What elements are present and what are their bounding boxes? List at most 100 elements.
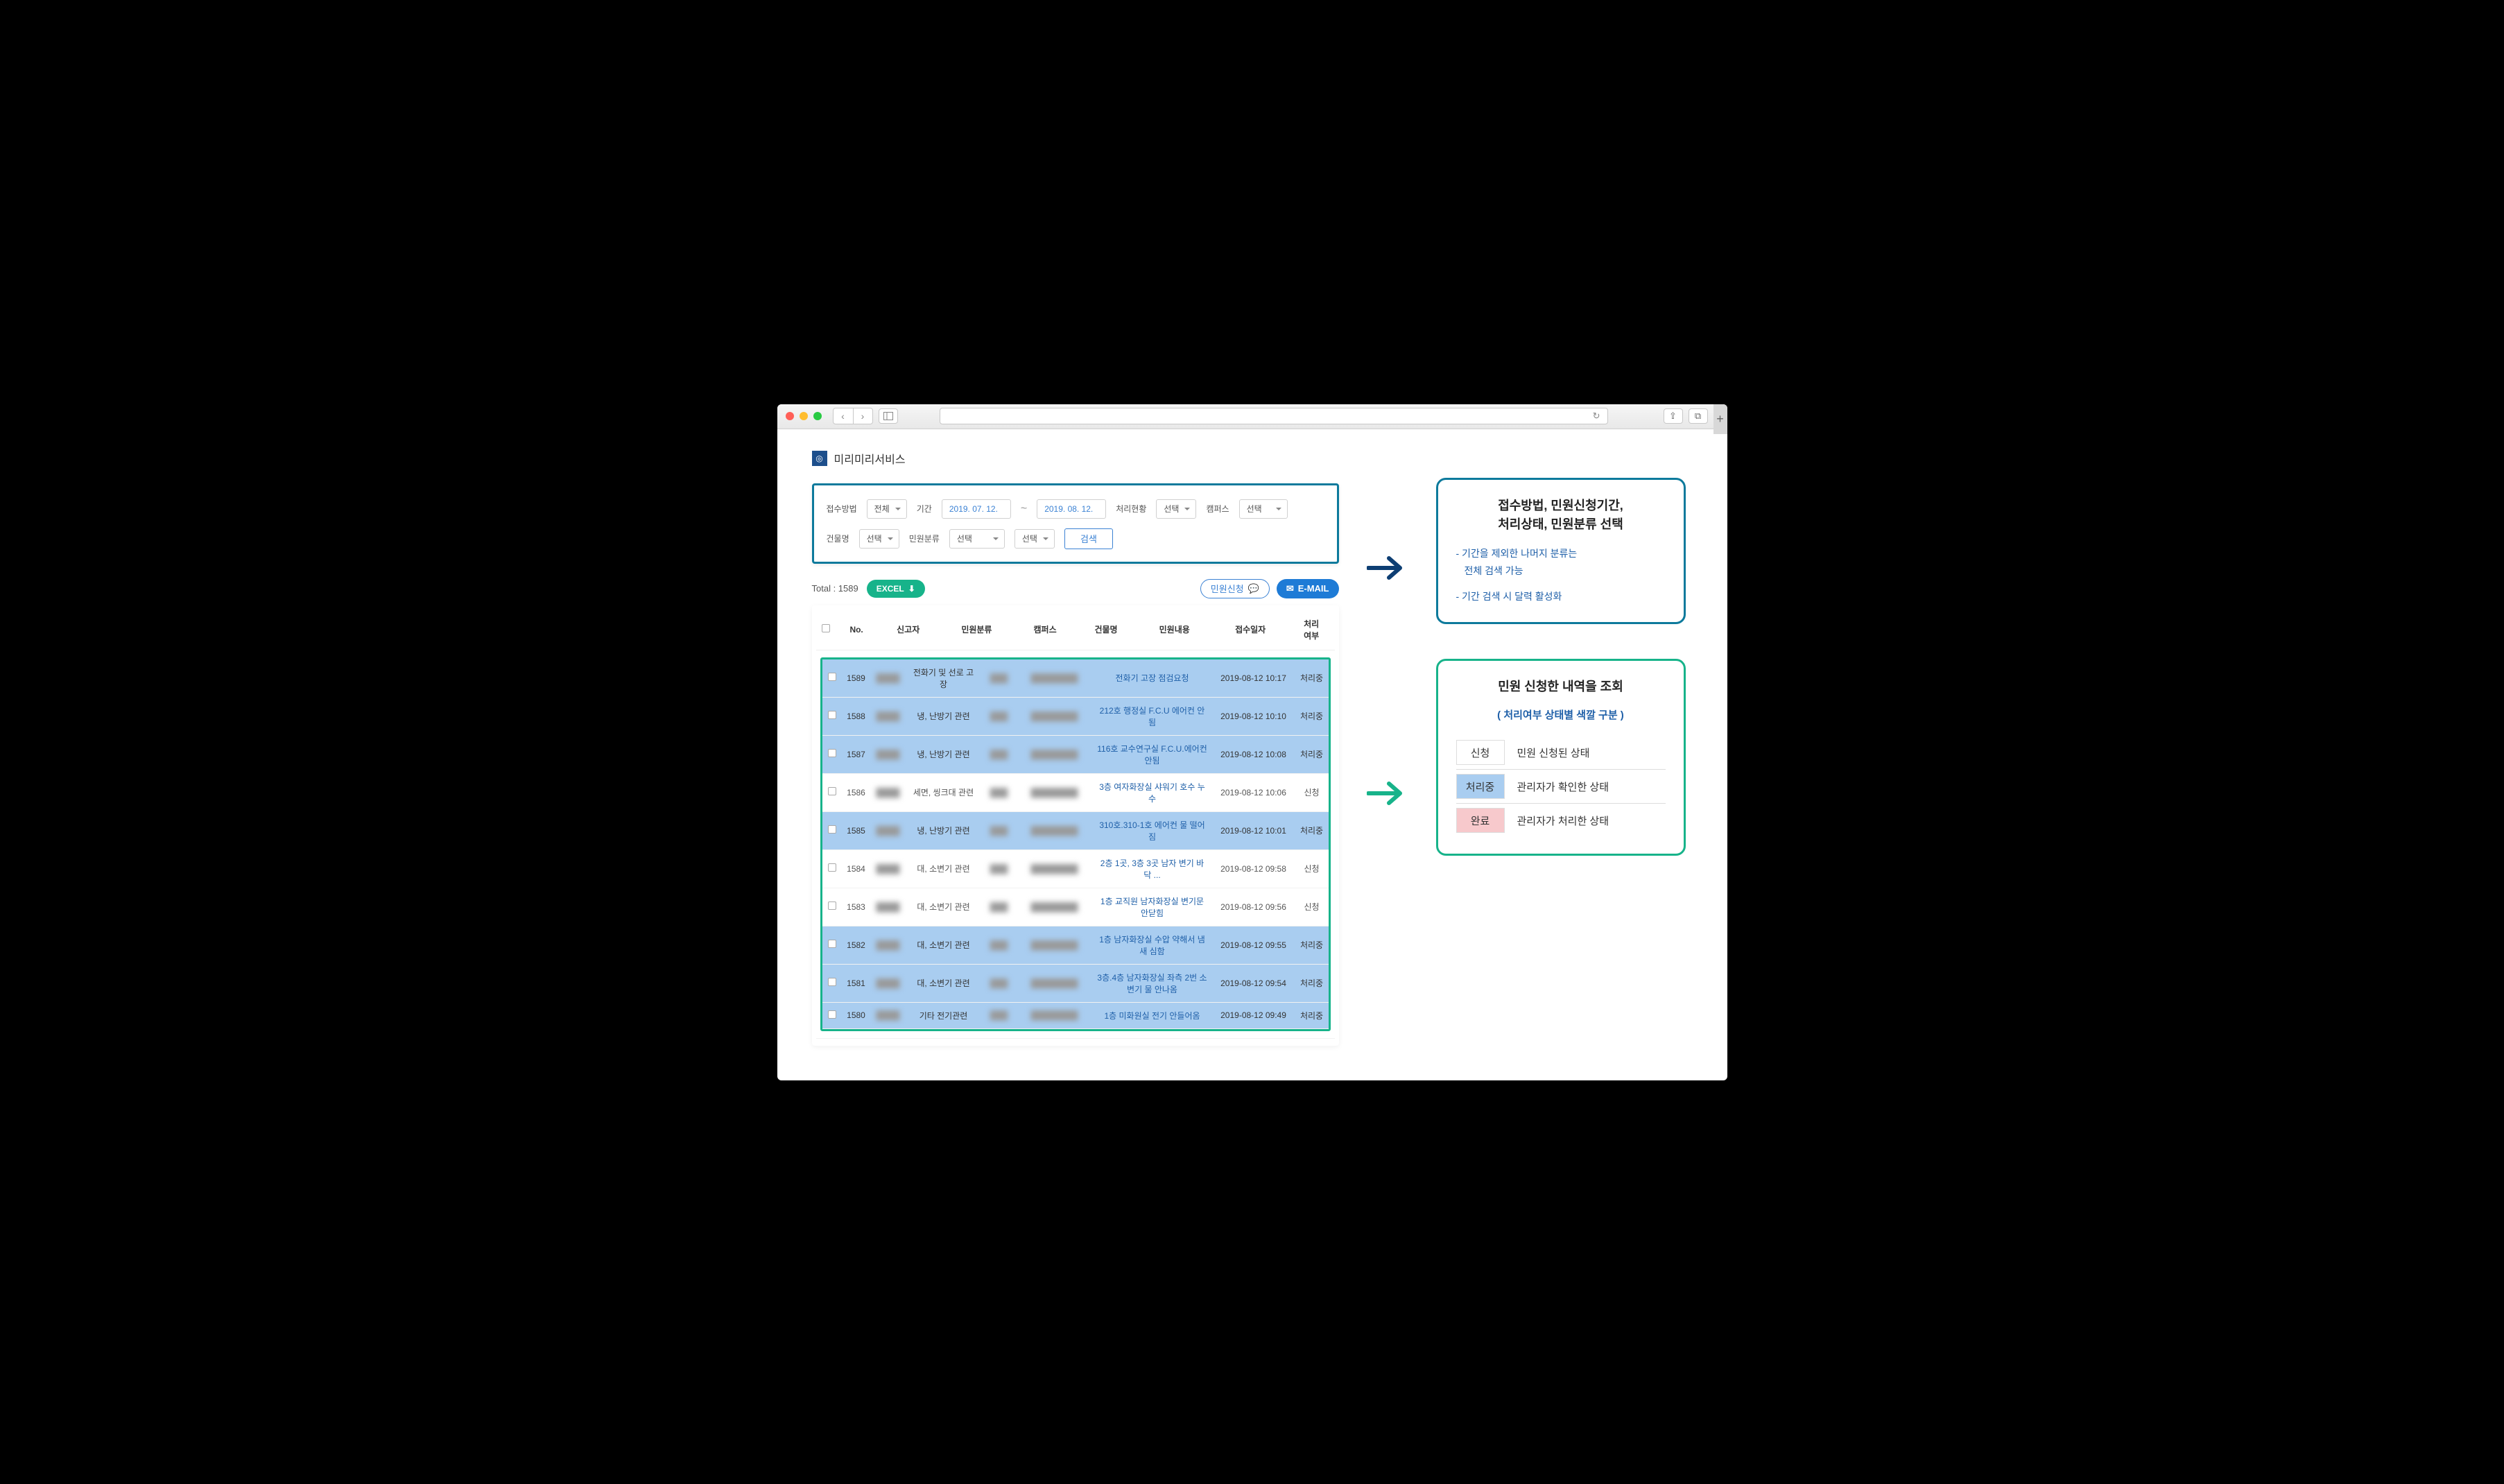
table-row[interactable]: 1581 ████ 대, 소변기 관련 ███ ████████ 3층.4층 남…: [822, 964, 1329, 1002]
close-window-button[interactable]: [786, 412, 794, 420]
table-row[interactable]: 1582 ████ 대, 소변기 관련 ███ ████████ 1층 남자화장…: [822, 926, 1329, 964]
row-checkbox[interactable]: [828, 749, 836, 757]
arrow-column: [1367, 450, 1408, 811]
cell-content[interactable]: 116호 교수연구실 F.C.U.에어컨 안됨: [1093, 735, 1212, 773]
cell-building: ████████: [1017, 1002, 1093, 1028]
excel-export-button[interactable]: EXCEL ⬇: [867, 580, 925, 598]
th-no: No.: [836, 610, 878, 650]
cell-category: 대, 소변기 관련: [906, 926, 982, 964]
cell-category: 냉, 난방기 관련: [906, 735, 982, 773]
filter-date-to[interactable]: 2019. 08. 12.: [1037, 499, 1106, 519]
cell-building: ████████: [1017, 849, 1093, 888]
cell-date: 2019-08-12 09:49: [1212, 1002, 1295, 1028]
back-button[interactable]: ‹: [834, 408, 853, 424]
cell-status: 신청: [1295, 888, 1329, 926]
cell-no: 1580: [842, 1002, 871, 1028]
cell-campus: ███: [982, 964, 1017, 1002]
cell-category: 대, 소변기 관련: [906, 964, 982, 1002]
url-bar[interactable]: ↻: [940, 408, 1608, 424]
new-tab-button[interactable]: +: [1713, 404, 1727, 434]
nav-arrows: ‹ ›: [833, 408, 873, 424]
row-checkbox[interactable]: [828, 711, 836, 719]
cell-building: ████████: [1017, 964, 1093, 1002]
filter-subcategory-select[interactable]: 선택: [1014, 529, 1055, 549]
table-row[interactable]: 1589 ████ 전화기 및 선로 고장 ███ ████████ 전화기 고…: [822, 659, 1329, 698]
cell-reporter: ████: [871, 659, 906, 698]
email-button[interactable]: ✉ E-MAIL: [1277, 579, 1339, 598]
legend-badge-complete: 완료: [1456, 808, 1505, 833]
results-table: No. 신고자 민원분류 캠퍼스 건물명 민원내용 접수일자 처리 여부 158…: [816, 610, 1335, 1039]
filter-campus-select[interactable]: 선택: [1239, 499, 1288, 519]
minimize-window-button[interactable]: [800, 412, 808, 420]
filter-building-label: 건물명: [827, 533, 849, 544]
cell-reporter: ████: [871, 849, 906, 888]
cell-status: 처리중: [1295, 1002, 1329, 1028]
filter-building-select[interactable]: 선택: [859, 529, 899, 549]
row-checkbox[interactable]: [828, 940, 836, 948]
filter-date-from[interactable]: 2019. 07. 12.: [942, 499, 1011, 519]
row-checkbox[interactable]: [828, 1010, 836, 1019]
cell-content[interactable]: 1층 교직원 남자화장실 변기문 안닫힘: [1093, 888, 1212, 926]
table-row[interactable]: 1583 ████ 대, 소변기 관련 ███ ████████ 1층 교직원 …: [822, 888, 1329, 926]
cell-campus: ███: [982, 1002, 1017, 1028]
row-checkbox[interactable]: [828, 825, 836, 834]
cell-content[interactable]: 3층 여자화장실 샤워기 호수 누수: [1093, 773, 1212, 811]
cell-reporter: ████: [871, 735, 906, 773]
cell-content[interactable]: 3층.4층 남자화장실 좌측 2번 소변기 물 안나옴: [1093, 964, 1212, 1002]
callout1-list: - 기간을 제외한 나머지 분류는 전체 검색 가능 - 기간 검색 시 달력 …: [1456, 545, 1666, 606]
row-checkbox[interactable]: [828, 901, 836, 910]
cell-status: 처리중: [1295, 735, 1329, 773]
cell-campus: ███: [982, 849, 1017, 888]
cell-campus: ███: [982, 773, 1017, 811]
tabs-button[interactable]: ⧉: [1689, 408, 1708, 424]
sidebar-toggle-button[interactable]: [879, 408, 898, 424]
cell-reporter: ████: [871, 1002, 906, 1028]
cell-date: 2019-08-12 09:55: [1212, 926, 1295, 964]
row-checkbox[interactable]: [828, 787, 836, 795]
filter-method-select[interactable]: 전체: [867, 499, 907, 519]
cell-no: 1585: [842, 811, 871, 849]
table-row[interactable]: 1587 ████ 냉, 난방기 관련 ███ ████████ 116호 교수…: [822, 735, 1329, 773]
forward-button[interactable]: ›: [853, 408, 872, 424]
cell-date: 2019-08-12 10:10: [1212, 697, 1295, 735]
cell-content[interactable]: 전화기 고장 점검요청: [1093, 659, 1212, 698]
cell-category: 전화기 및 선로 고장: [906, 659, 982, 698]
complaint-request-button[interactable]: 민원신청 💬: [1200, 579, 1270, 598]
table-row[interactable]: 1585 ████ 냉, 난방기 관련 ███ ████████ 310호.31…: [822, 811, 1329, 849]
cell-content[interactable]: 2층 1곳, 3층 3곳 남자 변기 바닥 ...: [1093, 849, 1212, 888]
cell-status: 처리중: [1295, 697, 1329, 735]
main-column: ◎ 미리미리서비스 접수방법 전체 기간 2019. 07. 12. ~ 201…: [812, 450, 1339, 1046]
results-card: No. 신고자 민원분류 캠퍼스 건물명 민원내용 접수일자 처리 여부 158…: [812, 605, 1339, 1046]
maximize-window-button[interactable]: [813, 412, 822, 420]
cell-content[interactable]: 212호 행정실 F.C.U 에어컨 안됨: [1093, 697, 1212, 735]
cell-content[interactable]: 1층 미화원실 전기 안들어옴: [1093, 1002, 1212, 1028]
legend-row: 신청 민원 신청된 상태: [1456, 736, 1666, 770]
arrow-icon-blue: [1367, 554, 1408, 585]
row-checkbox[interactable]: [828, 978, 836, 986]
brand-logo-icon: ◎: [812, 451, 827, 466]
share-button[interactable]: ⇪: [1664, 408, 1683, 424]
table-row[interactable]: 1586 ████ 세면, 씽크대 관련 ███ ████████ 3층 여자화…: [822, 773, 1329, 811]
cell-campus: ███: [982, 926, 1017, 964]
filter-panel: 접수방법 전체 기간 2019. 07. 12. ~ 2019. 08. 12.…: [812, 483, 1339, 564]
table-row[interactable]: 1588 ████ 냉, 난방기 관련 ███ ████████ 212호 행정…: [822, 697, 1329, 735]
cell-content[interactable]: 1층 남자화장실 수압 약해서 냄새 심함: [1093, 926, 1212, 964]
search-button[interactable]: 검색: [1064, 528, 1113, 549]
total-count: Total : 1589: [812, 583, 858, 594]
table-row[interactable]: 1580 ████ 기타 전기관련 ███ ████████ 1층 미화원실 전…: [822, 1002, 1329, 1028]
cell-content[interactable]: 310호.310-1호 에어컨 물 떨어짐: [1093, 811, 1212, 849]
cell-no: 1587: [842, 735, 871, 773]
table-row[interactable]: 1584 ████ 대, 소변기 관련 ███ ████████ 2층 1곳, …: [822, 849, 1329, 888]
browser-window: ‹ › ↻ ⇪ ⧉ + ◎ 미리미리서비스 접수방법 전체 기간: [777, 404, 1727, 1080]
cell-reporter: ████: [871, 964, 906, 1002]
select-all-checkbox[interactable]: [822, 624, 830, 632]
download-icon: ⬇: [908, 584, 915, 594]
filter-status-select[interactable]: 선택: [1156, 499, 1196, 519]
cell-status: 처리중: [1295, 659, 1329, 698]
row-checkbox[interactable]: [828, 673, 836, 681]
reload-icon[interactable]: ↻: [1593, 411, 1600, 422]
row-checkbox[interactable]: [828, 863, 836, 872]
filter-category-select[interactable]: 선택: [949, 529, 1005, 549]
th-building: 건물명: [1076, 610, 1137, 650]
legend-badge-processing: 처리중: [1456, 774, 1505, 799]
